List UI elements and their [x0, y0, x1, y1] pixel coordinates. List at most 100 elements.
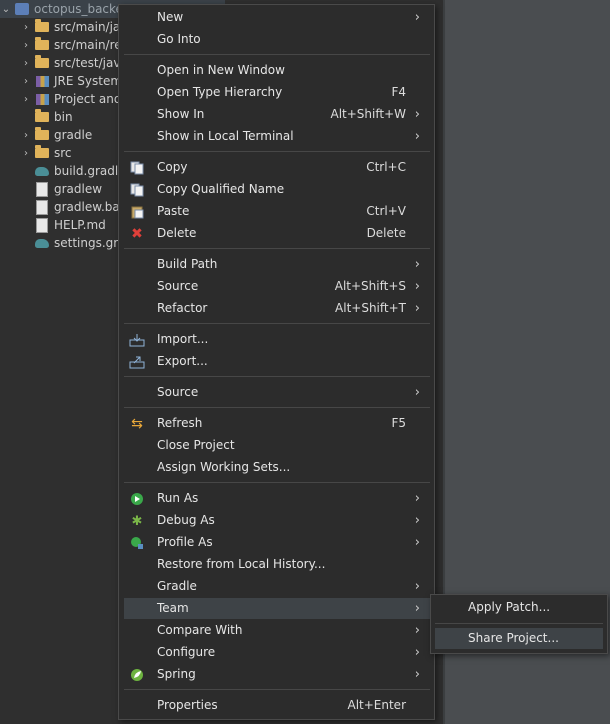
library-icon [34, 74, 50, 88]
tree-item-label: src/test/java [54, 56, 128, 70]
gradle-icon [34, 236, 50, 250]
tree-root-label: octopus_backe [34, 2, 123, 16]
chevron-right-icon: › [414, 623, 420, 638]
copy-icon [129, 160, 145, 176]
gradle-icon [34, 164, 50, 178]
folder-icon [34, 127, 50, 142]
run-icon [129, 491, 145, 507]
menu-item-new[interactable]: New › [124, 7, 430, 28]
import-icon [129, 332, 145, 348]
paste-icon [129, 204, 145, 220]
menu-item-configure[interactable]: Configure › [124, 642, 430, 663]
file-icon [34, 217, 50, 233]
menu-separator [435, 623, 603, 624]
menu-item-show-in[interactable]: Show In Alt+Shift+W › [124, 104, 430, 125]
chevron-right-icon[interactable]: › [20, 76, 32, 87]
submenu-item-apply-patch[interactable]: Apply Patch... [435, 597, 603, 618]
tree-item-label: src/main/re [54, 38, 122, 52]
chevron-right-icon: › [414, 513, 420, 528]
menu-item-assign-working-sets[interactable]: Assign Working Sets... [124, 457, 430, 478]
menu-item-refactor[interactable]: Refactor Alt+Shift+T › [124, 298, 430, 319]
tree-item[interactable]: build.gradle [20, 162, 126, 180]
chevron-right-icon: › [414, 491, 420, 506]
folder-icon [34, 109, 50, 124]
menu-item-open-type-hierarchy[interactable]: Open Type Hierarchy F4 [124, 82, 430, 103]
tree-item[interactable]: gradlew.bat [20, 198, 124, 216]
chevron-right-icon: › [414, 535, 420, 550]
menu-item-paste[interactable]: Paste Ctrl+V [124, 201, 430, 222]
menu-item-spring[interactable]: Spring › [124, 664, 430, 685]
tree-item[interactable]: gradlew [20, 180, 102, 198]
chevron-right-icon[interactable]: › [20, 58, 32, 69]
menu-item-build-path[interactable]: Build Path › [124, 254, 430, 275]
menu-separator [124, 482, 430, 483]
chevron-right-icon: › [414, 601, 420, 616]
menu-item-open-new-window[interactable]: Open in New Window [124, 60, 430, 81]
tree-item-label: bin [54, 110, 73, 124]
tree-item[interactable]: › src [20, 144, 72, 162]
menu-item-team[interactable]: Team › [124, 598, 430, 619]
tree-item[interactable]: › JRE System [20, 72, 122, 90]
menu-item-restore-history[interactable]: Restore from Local History... [124, 554, 430, 575]
menu-separator [124, 151, 430, 152]
spring-leaf-icon [129, 667, 145, 683]
menu-item-source-2[interactable]: Source › [124, 382, 430, 403]
tree-item-label: settings.gra [54, 236, 126, 250]
menu-item-copy[interactable]: Copy Ctrl+C [124, 157, 430, 178]
chevron-right-icon[interactable]: › [20, 40, 32, 51]
submenu-item-share-project[interactable]: Share Project... [435, 628, 603, 649]
menu-item-debug-as[interactable]: ✱ Debug As › [124, 510, 430, 531]
file-icon [34, 181, 50, 197]
tree-item-label: gradle [54, 128, 93, 142]
tree-item[interactable]: › Project and [20, 90, 121, 108]
menu-separator [124, 54, 430, 55]
chevron-down-icon[interactable]: ⌄ [0, 4, 12, 15]
menu-item-close-project[interactable]: Close Project [124, 435, 430, 456]
tree-item[interactable]: › src/test/java [20, 54, 128, 72]
menu-item-compare-with[interactable]: Compare With › [124, 620, 430, 641]
tree-item-label: build.gradle [54, 164, 126, 178]
tree-item-label: HELP.md [54, 218, 106, 232]
tree-item[interactable]: HELP.md [20, 216, 106, 234]
tree-item[interactable]: › src/main/jav [20, 18, 127, 36]
menu-item-profile-as[interactable]: Profile As › [124, 532, 430, 553]
menu-item-run-as[interactable]: Run As › [124, 488, 430, 509]
chevron-right-icon: › [414, 645, 420, 660]
menu-item-import[interactable]: Import... [124, 329, 430, 350]
tree-item[interactable]: settings.gra [20, 234, 126, 252]
menu-separator [124, 376, 430, 377]
menu-item-export[interactable]: Export... [124, 351, 430, 372]
tree-item[interactable]: bin [20, 108, 73, 126]
tree-item-label: src/main/jav [54, 20, 128, 34]
chevron-right-icon: › [414, 385, 420, 400]
menu-item-gradle[interactable]: Gradle › [124, 576, 430, 597]
menu-item-go-into[interactable]: Go Into [124, 29, 430, 50]
chevron-right-icon[interactable]: › [20, 148, 32, 159]
menu-separator [124, 689, 430, 690]
project-icon [14, 2, 30, 16]
chevron-right-icon[interactable]: › [20, 130, 32, 141]
menu-item-delete[interactable]: ✖ Delete Delete [124, 223, 430, 244]
menu-item-copy-qualified-name[interactable]: Copy Qualified Name [124, 179, 430, 200]
chevron-right-icon[interactable]: › [20, 22, 32, 33]
chevron-right-icon: › [414, 301, 420, 316]
menu-separator [124, 248, 430, 249]
refresh-icon: ⇆ [131, 415, 143, 432]
chevron-right-icon[interactable]: › [20, 94, 32, 105]
tree-item[interactable]: › gradle [20, 126, 92, 144]
menu-item-properties[interactable]: Properties Alt+Enter [124, 695, 430, 716]
menu-item-refresh[interactable]: ⇆ Refresh F5 [124, 413, 430, 434]
chevron-right-icon: › [414, 579, 420, 594]
library-icon [34, 92, 50, 106]
chevron-right-icon: › [414, 10, 420, 25]
menu-item-show-in-terminal[interactable]: Show in Local Terminal › [124, 126, 430, 147]
tree-item[interactable]: › src/main/re [20, 36, 122, 54]
copy-qualified-icon [129, 182, 145, 198]
menu-separator [124, 407, 430, 408]
tree-item-label: gradlew [54, 182, 103, 196]
menu-item-source[interactable]: Source Alt+Shift+S › [124, 276, 430, 297]
tree-item-label: src [54, 146, 72, 160]
tree-item-label: JRE System [54, 74, 123, 88]
export-icon [129, 354, 145, 370]
folder-icon [34, 145, 50, 160]
